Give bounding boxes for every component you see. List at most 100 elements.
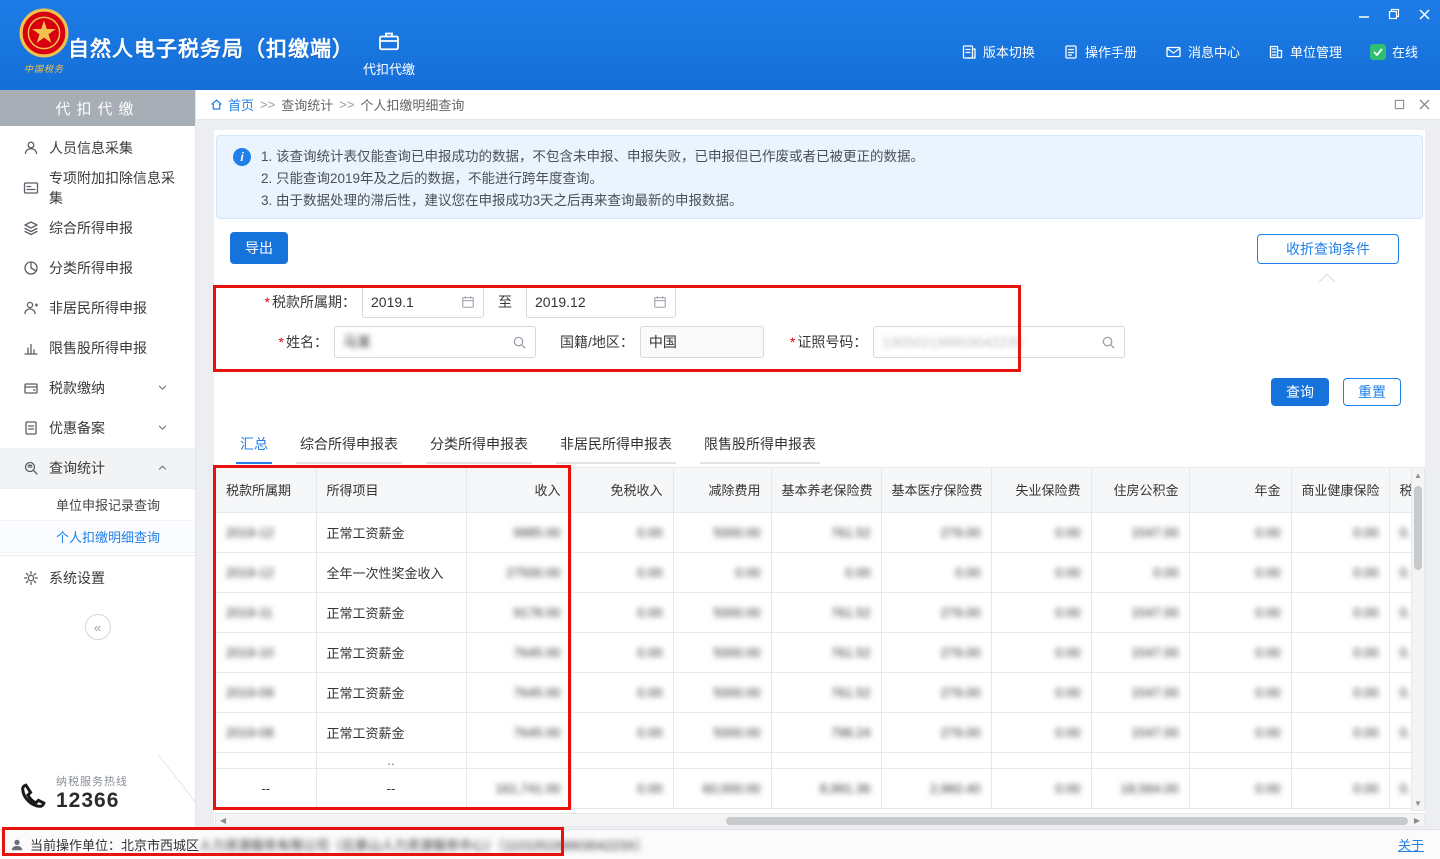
restore-icon[interactable] (1386, 6, 1402, 22)
header-link-online[interactable]: 在线 (1370, 42, 1418, 61)
sidebar-item[interactable]: 人员信息采集 (0, 128, 195, 168)
chart-icon (22, 340, 39, 356)
about-link[interactable]: 关于 (1398, 835, 1424, 854)
cell-value: 1547.00 (1132, 525, 1179, 540)
search-button[interactable]: 查询 (1271, 378, 1329, 406)
vertical-scrollbar[interactable]: ▲ ▼ (1411, 467, 1425, 811)
table-row[interactable]: 2019-12全年一次性奖金收入27500.000.000.000.000.00… (216, 552, 1411, 592)
sidebar-item[interactable]: 查询统计 (0, 448, 195, 488)
tab-report[interactable]: 限售股所得申报表 (700, 430, 820, 464)
period-start-input[interactable]: 2019.1 (362, 286, 484, 318)
breadcrumb-separator: >> (339, 97, 354, 112)
sidebar-item[interactable]: 税款缴纳 (0, 368, 195, 408)
vertical-scroll-thumb[interactable] (1414, 486, 1422, 570)
horizontal-scroll-thumb[interactable] (726, 817, 1408, 825)
collapse-query-button[interactable]: 收折查询条件 (1257, 234, 1399, 264)
cell-value: 0.00 (1353, 525, 1378, 540)
sidebar-menu: 人员信息采集专项附加扣除信息采集综合所得申报分类所得申报非居民所得申报限售股所得… (0, 126, 195, 598)
sidebar-item[interactable]: 系统设置 (0, 558, 195, 598)
table-row-partial[interactable]: .. (216, 752, 1411, 768)
sidebar-item[interactable]: 专项附加扣除信息采集 (0, 168, 195, 208)
app-header: 中国税务 自然人电子税务局（扣缴端） 代扣代缴 版本切换操作手册消息中心单位管理… (0, 0, 1440, 90)
header-link-label: 在线 (1392, 42, 1418, 61)
tab-report[interactable]: 分类所得申报表 (426, 430, 532, 464)
header-link-unit-management[interactable]: 单位管理 (1268, 42, 1342, 61)
calendar-icon[interactable] (653, 295, 667, 309)
app-title: 自然人电子税务局（扣缴端） (68, 33, 354, 63)
sidebar-collapse-button[interactable]: « (85, 614, 111, 640)
cell-value: 761.52 (831, 605, 871, 620)
tab-report[interactable]: 非居民所得申报表 (556, 430, 676, 464)
reset-button[interactable]: 重置 (1343, 378, 1401, 406)
search-icon[interactable] (1101, 335, 1116, 350)
cell-value: 761.52 (831, 525, 871, 540)
hotline-label: 纳税服务热线 (56, 773, 128, 789)
table-row[interactable]: 2019-08正常工资薪金7645.000.005000.00798.24279… (216, 712, 1411, 752)
person-icon (22, 140, 39, 156)
scroll-down-icon[interactable]: ▼ (1412, 796, 1424, 810)
cell-value: 2019-12 (226, 565, 274, 580)
tab-summary-active[interactable]: 汇总 (236, 430, 272, 464)
phone-icon (18, 779, 48, 813)
header-link-manual[interactable]: 操作手册 (1063, 42, 1137, 61)
name-input[interactable]: 马某 (334, 326, 536, 358)
notice-line: 1. 该查询统计表仅能查询已申报成功的数据，不包含未申报、申报失败，已申报但已作… (261, 146, 1408, 168)
scroll-up-icon[interactable]: ▲ (1412, 468, 1424, 482)
minimize-icon[interactable] (1356, 6, 1372, 22)
sidebar-item[interactable]: 分类所得申报 (0, 248, 195, 288)
cell-value: 0. (1400, 525, 1411, 540)
table-row[interactable]: 2019-09正常工资薪金7645.000.005000.00761.52279… (216, 672, 1411, 712)
sidebar-subitem[interactable]: 单位申报记录查询 (0, 489, 195, 521)
notice-line: 3. 由于数据处理的滞后性，建议您在申报成功3天之后再来查询最新的申报数据。 (261, 190, 1408, 212)
nationality-value: 中国 (649, 332, 755, 352)
cell-value: 9985.00 (514, 525, 561, 540)
cell-value: 798.24 (831, 725, 871, 740)
briefcase-icon (376, 29, 402, 53)
panel-close-icon[interactable] (1419, 99, 1430, 110)
close-icon[interactable] (1416, 6, 1432, 22)
notice-lines: 1. 该查询统计表仅能查询已申报成功的数据，不包含未申报、申报失败，已申报但已作… (261, 146, 1408, 212)
cell-value: 2,960.40 (930, 781, 981, 796)
horizontal-scrollbar[interactable]: ◀ ▶ (215, 813, 1425, 827)
cell-value: 161,741.00 (495, 781, 560, 796)
scroll-right-icon[interactable]: ▶ (1410, 816, 1424, 825)
sidebar-item[interactable]: 限售股所得申报 (0, 328, 195, 368)
export-button[interactable]: 导出 (230, 232, 288, 264)
table-row[interactable]: 2019-10正常工资薪金7645.000.005000.00761.52279… (216, 632, 1411, 672)
sidebar-item[interactable]: 优惠备案 (0, 408, 195, 448)
cell-value: 0.00 (1055, 781, 1080, 796)
id-number-input[interactable]: 130502199903042235 (873, 326, 1125, 358)
search-icon[interactable] (512, 335, 527, 350)
tab-withholding-module[interactable]: 代扣代缴 (346, 16, 432, 90)
cell-value: 9178.00 (514, 605, 561, 620)
sidebar-subitem[interactable]: 个人扣缴明细查询 (0, 521, 195, 553)
period-end-input[interactable]: 2019.12 (526, 286, 676, 318)
cell-value: 0.00 (637, 685, 662, 700)
calendar-icon[interactable] (461, 295, 475, 309)
cell-value: 60,000.00 (703, 781, 761, 796)
header-link-message-center[interactable]: 消息中心 (1165, 42, 1240, 61)
sidebar-item[interactable]: 综合所得申报 (0, 208, 195, 248)
tab-report[interactable]: 综合所得申报表 (296, 430, 402, 464)
scroll-left-icon[interactable]: ◀ (216, 816, 230, 825)
table-total-row[interactable]: ----161,741.000.0060,000.008,991.362,960… (216, 768, 1411, 808)
table-row[interactable]: 2019-12正常工资薪金9985.000.005000.00761.52279… (216, 512, 1411, 552)
notice-line: 2. 只能查询2019年及之后的数据，不能进行跨年度查询。 (261, 168, 1408, 190)
id-number-value: 130502199903042235 (882, 334, 1095, 350)
cell-value: 0.00 (637, 645, 662, 660)
cell-value: 0.00 (1055, 645, 1080, 660)
panel-restore-icon[interactable] (1394, 99, 1405, 110)
sidebar-item[interactable]: 非居民所得申报 (0, 288, 195, 328)
cell-value: 7645.00 (514, 685, 561, 700)
cell-value: 0.00 (637, 781, 662, 796)
column-header: 减除费用 (673, 468, 771, 512)
wallet-icon (22, 380, 39, 396)
query-actions: 查询 重置 (1271, 378, 1401, 406)
cell-value: 0.00 (1255, 605, 1280, 620)
nationality-input[interactable]: 中国 (640, 326, 764, 358)
header-link-label: 单位管理 (1290, 42, 1342, 61)
breadcrumb-home-link[interactable]: 首页 (228, 95, 254, 114)
header-link-version-switch[interactable]: 版本切换 (961, 42, 1035, 61)
table-row[interactable]: 2019-11正常工资薪金9178.000.005000.00761.52279… (216, 592, 1411, 632)
cell-value: 279.00 (941, 525, 981, 540)
